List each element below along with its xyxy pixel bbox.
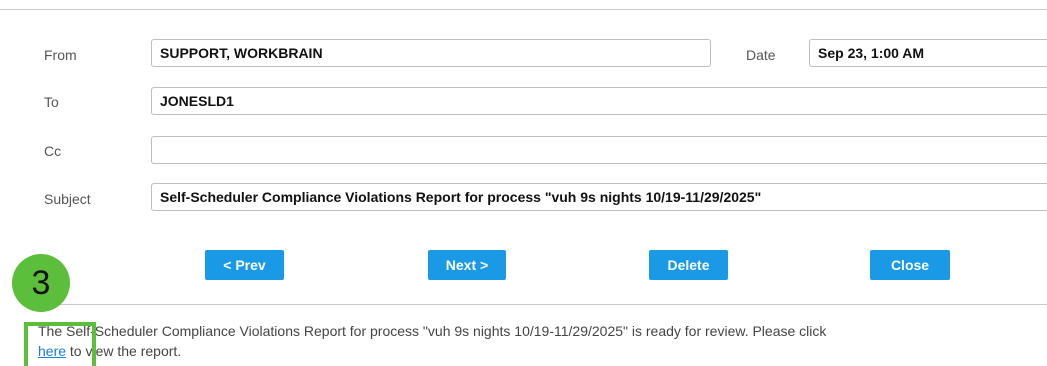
to-label: To	[44, 94, 59, 110]
to-field[interactable]: JONESLD1	[151, 87, 1047, 115]
top-divider	[0, 9, 1047, 10]
subject-field[interactable]: Self-Scheduler Compliance Violations Rep…	[151, 183, 1047, 211]
step-number-badge: 3	[12, 254, 70, 312]
subject-label: Subject	[44, 191, 91, 207]
prev-button[interactable]: < Prev	[205, 250, 284, 280]
date-field[interactable]: Sep 23, 1:00 AM	[809, 39, 1047, 67]
cc-label: Cc	[44, 143, 62, 159]
next-button[interactable]: Next >	[428, 250, 506, 280]
date-label: Date	[746, 47, 776, 63]
close-button[interactable]: Close	[870, 250, 950, 280]
message-line-1: The Self-Scheduler Compliance Violations…	[38, 323, 827, 339]
message-body: The Self-Scheduler Compliance Violations…	[38, 321, 1047, 361]
delete-button[interactable]: Delete	[649, 250, 728, 280]
from-field[interactable]: SUPPORT, WORKBRAIN	[151, 39, 711, 67]
cc-field[interactable]	[151, 136, 1047, 164]
from-label: From	[44, 47, 77, 63]
message-line-2: here to view the report.	[38, 341, 1047, 361]
message-divider	[24, 304, 1047, 305]
link-highlight-box	[24, 322, 96, 366]
